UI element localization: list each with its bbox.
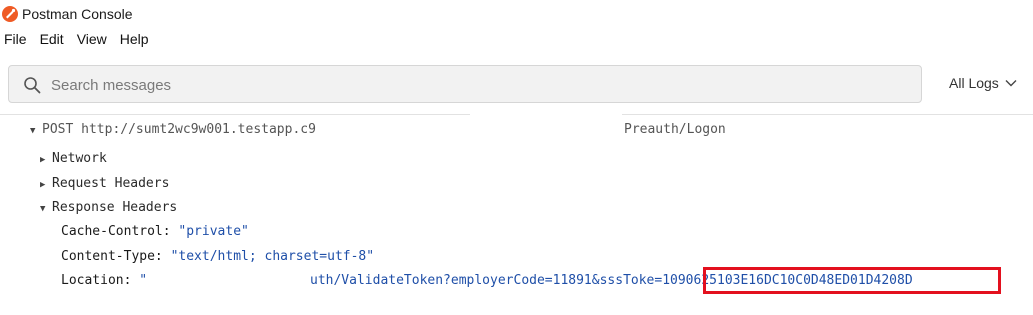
logs-filter-label: All Logs [949, 75, 999, 91]
header-key: Cache-Control: [61, 224, 171, 239]
section-request-headers-label: Request Headers [52, 176, 170, 191]
search-box[interactable] [8, 65, 922, 103]
title-bar: Postman Console [0, 0, 1033, 28]
section-network[interactable]: ▶ Network [40, 149, 107, 169]
header-value-start: " [139, 273, 148, 288]
request-url-start: http://sumt2wc9w001.testapp.c9 [81, 122, 316, 137]
header-key: Location: [61, 273, 132, 288]
menu-file[interactable]: File [4, 29, 27, 51]
menu-view[interactable]: View [77, 29, 107, 51]
postman-logo-icon [2, 6, 18, 22]
divider [0, 114, 470, 115]
menu-edit[interactable]: Edit [40, 29, 64, 51]
logs-filter-dropdown[interactable]: All Logs [949, 75, 1017, 91]
header-row: Location: " [61, 271, 147, 291]
header-value: "text/html; charset=utf-8" [170, 249, 375, 264]
menu-help[interactable]: Help [120, 29, 149, 51]
header-row: Content-Type: "text/html; charset=utf-8" [61, 247, 374, 267]
section-network-label: Network [52, 151, 107, 166]
menu-bar: File Edit View Help [0, 29, 158, 51]
request-method: POST [42, 122, 74, 137]
header-row: Cache-Control: "private" [61, 222, 249, 242]
window-title: Postman Console [22, 6, 133, 22]
caret-right-icon: ▶ [40, 180, 46, 190]
token-highlight-box [703, 267, 1001, 294]
caret-right-icon: ▶ [40, 155, 46, 165]
section-request-headers[interactable]: ▶ Request Headers [40, 174, 169, 194]
search-input[interactable] [51, 74, 911, 96]
caret-down-icon: ▼ [40, 204, 46, 214]
search-icon [24, 77, 41, 94]
section-response-headers[interactable]: ▼ Response Headers [40, 198, 177, 218]
request-entry[interactable]: ▼ POST http://sumt2wc9w001.testapp.c9 [30, 120, 316, 140]
caret-down-icon: ▼ [30, 126, 36, 136]
divider [622, 114, 1033, 115]
section-response-headers-label: Response Headers [52, 200, 178, 215]
request-url-end: Preauth/Logon [624, 122, 726, 137]
header-value-mid: uth/ValidateToken?employerCode=11891&sss… [310, 273, 655, 288]
header-value: "private" [178, 224, 249, 239]
chevron-down-icon [1005, 80, 1017, 87]
header-key: Content-Type: [61, 249, 163, 264]
request-url-end-row: Preauth/Logon [624, 120, 726, 140]
